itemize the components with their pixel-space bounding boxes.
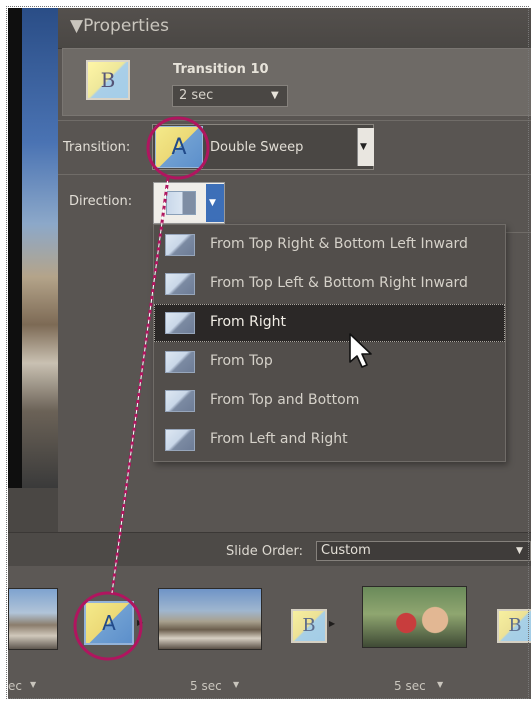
divider (58, 174, 531, 175)
chevron-down-icon[interactable]: ▼ (233, 680, 239, 689)
transition-thumbnail: B (86, 60, 130, 100)
transition-type-icon[interactable]: A (155, 126, 203, 168)
menu-item-label: From Top (210, 353, 273, 369)
menu-item-label: From Left and Right (210, 431, 348, 447)
menu-item-from-right[interactable] (154, 304, 505, 342)
chevron-down-icon[interactable]: ▼ (30, 680, 36, 689)
chevron-down-icon[interactable]: ▼ (516, 546, 523, 556)
chevron-down-icon[interactable]: ▼ (209, 198, 216, 208)
properties-title[interactable]: ▼Properties (70, 16, 169, 36)
from-top-bottom-icon (165, 390, 195, 412)
play-marker-icon: ▶ (137, 618, 144, 627)
transition-info-box (62, 48, 531, 116)
menu-item-label: From Right (210, 314, 287, 330)
chevron-down-icon[interactable]: ▼ (437, 680, 443, 689)
divider (58, 120, 531, 121)
from-right-icon (165, 312, 195, 334)
slide-order-label: Slide Order: (226, 544, 303, 559)
slide-thumbnail[interactable] (158, 588, 262, 650)
transition-thumbnail-a[interactable]: A (84, 601, 134, 645)
duration-label[interactable]: ec (8, 679, 22, 693)
direction-label: Direction: (69, 194, 133, 209)
duration-label[interactable]: 5 sec (394, 679, 426, 693)
menu-item-label: From Top Right & Bottom Left Inward (210, 236, 468, 252)
preview-border (8, 8, 22, 488)
mouse-pointer-icon (349, 333, 372, 368)
transition-value[interactable]: Double Sweep (210, 140, 303, 155)
transition-name: Transition 10 (173, 62, 269, 77)
from-right-icon[interactable] (166, 191, 196, 215)
transition-label: Transition: (63, 140, 131, 155)
diagonal-inward-icon (165, 234, 195, 256)
from-left-right-icon (165, 429, 195, 451)
duration-label[interactable]: 5 sec (190, 679, 222, 693)
slide-thumbnail[interactable] (8, 588, 58, 650)
slide-thumbnail[interactable] (362, 586, 467, 648)
slide-order-select[interactable]: Custom (316, 541, 531, 561)
preview-footer (8, 488, 58, 532)
menu-item-label: From Top Left & Bottom Right Inward (210, 275, 468, 291)
chevron-down-icon[interactable]: ▼ (360, 142, 367, 152)
transition-thumbnail-b[interactable]: B (291, 609, 327, 643)
from-top-icon (165, 351, 195, 373)
menu-item-label: From Top and Bottom (210, 392, 360, 408)
play-marker-icon: ▶ (329, 619, 336, 628)
menu-item-from-top[interactable] (154, 343, 505, 381)
diagonal-inward-alt-icon (165, 273, 195, 295)
chevron-down-icon[interactable]: ▼ (271, 90, 279, 101)
transition-thumbnail-b[interactable]: B (497, 609, 531, 643)
